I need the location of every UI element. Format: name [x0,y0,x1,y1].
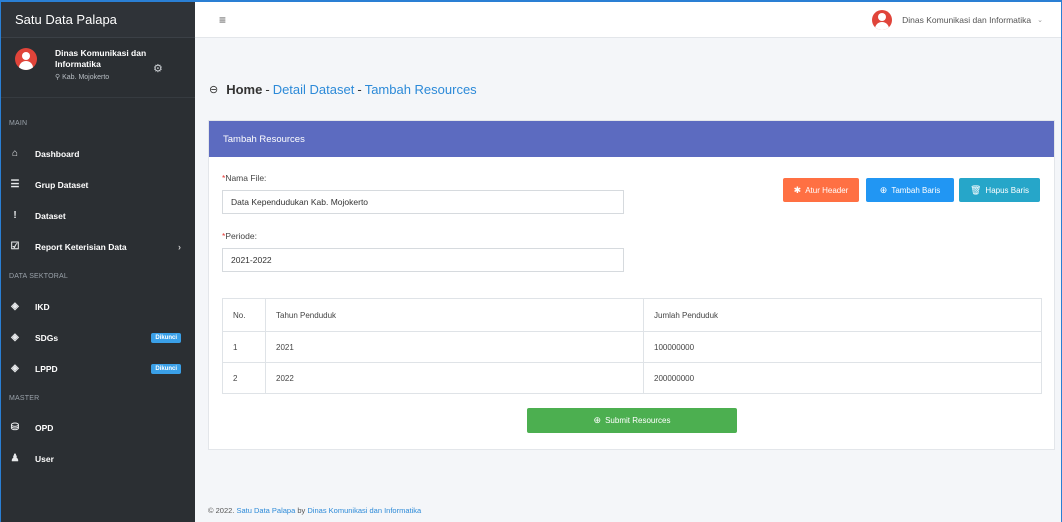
avatar [15,48,37,70]
table-cell[interactable]: 100000000 [643,331,1042,363]
column-header[interactable]: Jumlah Penduduk [643,298,1042,332]
sidebar: Satu Data Palapa Dinas Komunikasi dan In… [1,2,195,522]
topbar: ≡ Dinas Komunikasi dan Informatika ⌄ [195,2,1061,38]
table-cell: 1 [222,331,266,363]
footer-org-link[interactable]: Dinas Komunikasi dan Informatika [307,506,421,515]
sidebar-item-ikd[interactable]: ◈ IKD [1,291,195,322]
sidebar-item-dataset[interactable]: ! Dataset [1,200,195,231]
user-icon: ♟ [10,453,20,464]
sidebar-item-lppd[interactable]: ◈ LPPD Dikunci [1,353,195,384]
sidebar-item-sdgs[interactable]: ◈ SDGs Dikunci [1,322,195,353]
sidebar-item-report[interactable]: ☑ Report Keterisian Data › [1,231,195,262]
nama-file-input[interactable]: Data Kependudukan Kab. Mojokerto [222,190,624,214]
breadcrumb-current[interactable]: Tambah Resources [365,82,477,97]
list-icon: ☰ [10,179,20,190]
plus-circle-icon: ⊕ [879,184,888,195]
breadcrumb-home[interactable]: Home [226,82,262,97]
table-cell: 2 [222,362,266,394]
gear-icon[interactable]: ⚙ [153,62,163,75]
sidebar-item-grup-dataset[interactable]: ☰ Grup Dataset [1,169,195,200]
app-title[interactable]: Satu Data Palapa [1,2,195,38]
home-icon: ⌂ [11,148,19,159]
section-data-sektoral: DATA SEKTORAL [9,273,69,280]
periode-label: *Periode: [222,231,257,241]
table-header-row: No. Tahun Penduduk Jumlah Penduduk [222,298,1042,332]
trash-icon: 🗑 [969,184,982,195]
card-title: Tambah Resources [209,121,1054,157]
layers-icon: ◈ [11,363,19,374]
section-main: MAIN [9,120,28,127]
table-cell[interactable]: 200000000 [643,362,1042,394]
table-cell[interactable]: 2022 [265,362,644,394]
locked-badge: Dikunci [151,332,181,343]
column-header[interactable]: Tahun Penduduk [265,298,644,332]
plus-circle-icon: ⊕ [593,415,602,425]
database-icon: ⛁ [10,422,20,433]
table-cell[interactable]: 2021 [265,331,644,363]
avatar [872,10,893,30]
layers-icon: ◈ [11,332,19,343]
chevron-down-icon: ⌄ [1037,17,1043,24]
footer: © 2022. Satu Data Palapa by Dinas Komuni… [208,506,422,515]
table-row: 1 2021 100000000 [222,331,1042,363]
chevron-right-icon: › [178,241,181,252]
sidebar-item-opd[interactable]: ⛁ OPD [1,412,195,443]
sidebar-item-user[interactable]: ♟ User [1,443,195,474]
top-user-name: Dinas Komunikasi dan Informatika [902,15,1032,25]
nama-file-label: *Nama File: [222,173,267,183]
locked-badge: Dikunci [151,363,181,374]
atur-header-button[interactable]: ✱ Atur Header [783,178,859,202]
clipboard-check-icon: ☑ [10,241,20,252]
exclamation-icon: ! [13,210,17,221]
map-pin-icon: ⚲ [55,74,61,81]
section-master: MASTER [9,395,40,402]
column-header: No. [222,298,266,332]
hamburger-menu-icon[interactable]: ≡ [219,13,226,27]
breadcrumb: ⊖ Home - Detail Dataset - Tambah Resourc… [209,82,477,97]
back-arrow-icon[interactable]: ⊖ [209,83,218,96]
submit-resources-button[interactable]: ⊕ Submit Resources [527,408,737,433]
hapus-baris-button[interactable]: 🗑 Hapus Baris [959,178,1040,202]
periode-input[interactable]: 2021-2022 [222,248,624,272]
sidebar-item-dashboard[interactable]: ⌂ Dashboard [1,138,195,169]
user-panel: Dinas Komunikasi dan Informatika ⚲ Kab. … [1,38,195,98]
gear-icon: ✱ [793,184,802,195]
top-user-menu[interactable]: Dinas Komunikasi dan Informatika ⌄ [872,10,1043,30]
layers-icon: ◈ [11,301,19,312]
tambah-resources-card: Tambah Resources [208,120,1055,450]
resources-table: No. Tahun Penduduk Jumlah Penduduk 1 202… [222,298,1042,394]
footer-app-link[interactable]: Satu Data Palapa [236,506,295,515]
table-row: 2 2022 200000000 [222,362,1042,394]
tambah-baris-button[interactable]: ⊕ Tambah Baris [866,178,954,202]
breadcrumb-detail-dataset[interactable]: Detail Dataset [273,82,355,97]
